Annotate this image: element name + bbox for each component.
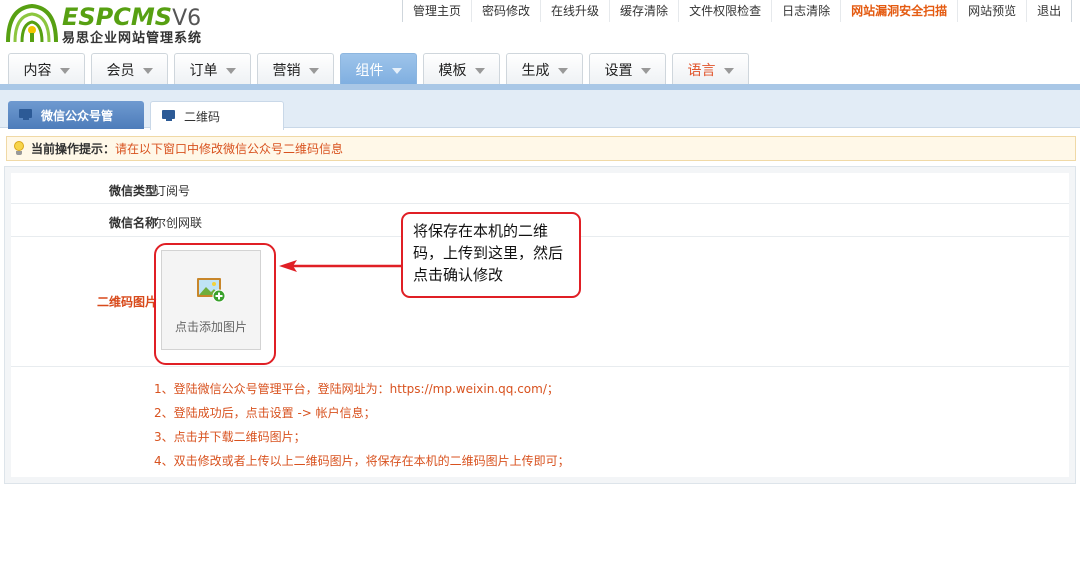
header: ESPCMSV6 易思企业网站管理系统 管理主页 密码修改 在线升级 缓存清除 … [0,0,1080,90]
note-item: 4、双击修改或者上传以上二维码图片，将保存在本机的二维码图片上传即可； [154,454,570,468]
logo-wordmark: ESPCMSV6 [62,3,202,31]
mainnav-members[interactable]: 会员 [91,53,168,85]
upload-caption: 点击添加图片 [174,320,247,334]
field-value: 订阅号 [154,184,191,198]
topnav-clear-log[interactable]: 日志清除 [772,0,842,22]
mainnav-orders[interactable]: 订单 [174,53,251,85]
tab-label: 微信公众号管 [41,108,114,123]
form-row-type: 微信类型 订阅号 [11,173,1069,204]
add-image-icon [197,278,226,303]
main-navigation: 内容 会员 订单 营销 组件 模板 生成 设置 语言 [8,53,749,85]
mainnav-marketing[interactable]: 营销 [257,53,334,85]
chevron-down-icon [723,67,734,74]
upload-image-button[interactable]: 点击添加图片 [161,250,261,350]
topnav-file-permission[interactable]: 文件权限检查 [679,0,773,22]
mainnav-generate[interactable]: 生成 [506,53,583,85]
monitor-icon [162,110,176,122]
field-label: 二维码图片 [96,295,157,309]
topnav-logout[interactable]: 退出 [1027,0,1073,22]
form-row-notes: 1、登陆微信公众号管理平台，登陆网址为：https://mp.weixin.qq… [11,367,1069,477]
chevron-down-icon [640,67,651,74]
tab-wechat-manage[interactable]: 微信公众号管 [8,101,144,129]
note-item: 3、点击并下载二维码图片； [154,430,306,444]
lightbulb-icon [13,141,25,156]
tip-message: 请在以下窗口中修改微信公众号二维码信息 [115,142,344,156]
tip-label: 当前操作提示： [31,142,116,156]
form-body: 微信类型 订阅号 微信名称 尔创网联 二维码图片 点击添加图片 将保存在本机的二… [11,173,1069,477]
logo-mark-icon [6,3,58,43]
form-panel: 微信类型 订阅号 微信名称 尔创网联 二维码图片 点击添加图片 将保存在本机的二… [4,166,1076,484]
chevron-down-icon [474,67,485,74]
mainnav-language[interactable]: 语言 [672,53,749,85]
topnav-security-scan[interactable]: 网站漏洞安全扫描 [841,0,959,22]
mainnav-content[interactable]: 内容 [8,53,85,85]
topnav-home[interactable]: 管理主页 [403,0,473,22]
monitor-icon [19,109,33,121]
annotation-callout: 将保存在本机的二维码，上传到这里，然后点击确认修改 [401,212,581,298]
mainnav-settings[interactable]: 设置 [589,53,666,85]
mainnav-templates[interactable]: 模板 [423,53,500,85]
arrow-left-icon [279,260,401,272]
chevron-down-icon [59,67,70,74]
tab-label: 二维码 [184,109,221,124]
chevron-down-icon [557,67,568,74]
tab-qrcode[interactable]: 二维码 [150,101,284,130]
field-label: 微信类型 [108,184,157,198]
field-label: 微信名称 [108,216,157,230]
note-item: 1、登陆微信公众号管理平台，登陆网址为：https://mp.weixin.qq… [154,382,559,396]
chevron-down-icon [308,67,319,74]
topnav-password[interactable]: 密码修改 [472,0,542,22]
upload-highlight: 点击添加图片 [154,243,276,365]
topnav-upgrade[interactable]: 在线升级 [541,0,611,22]
logo[interactable]: ESPCMSV6 易思企业网站管理系统 [4,2,224,48]
topnav-clear-cache[interactable]: 缓存清除 [610,0,680,22]
chevron-down-icon [142,67,153,74]
chevron-down-icon [391,67,402,74]
tab-bar: 微信公众号管 二维码 [0,90,1080,130]
operation-tip: 当前操作提示： 请在以下窗口中修改微信公众号二维码信息 [6,136,1076,161]
form-row-qrcode: 二维码图片 点击添加图片 将保存在本机的二维码，上传到这里，然后点击确认修改 [11,212,1069,367]
note-item: 2、登陆成功后，点击设置 -> 帐户信息； [154,406,376,420]
field-value: 尔创网联 [154,216,203,230]
chevron-down-icon [225,67,236,74]
top-navigation: 管理主页 密码修改 在线升级 缓存清除 文件权限检查 日志清除 网站漏洞安全扫描… [402,0,1073,22]
logo-subtitle: 易思企业网站管理系统 [62,31,203,46]
topnav-preview[interactable]: 网站预览 [958,0,1028,22]
instruction-notes: 1、登陆微信公众号管理平台，登陆网址为：https://mp.weixin.qq… [154,377,570,473]
mainnav-components[interactable]: 组件 [340,53,417,85]
